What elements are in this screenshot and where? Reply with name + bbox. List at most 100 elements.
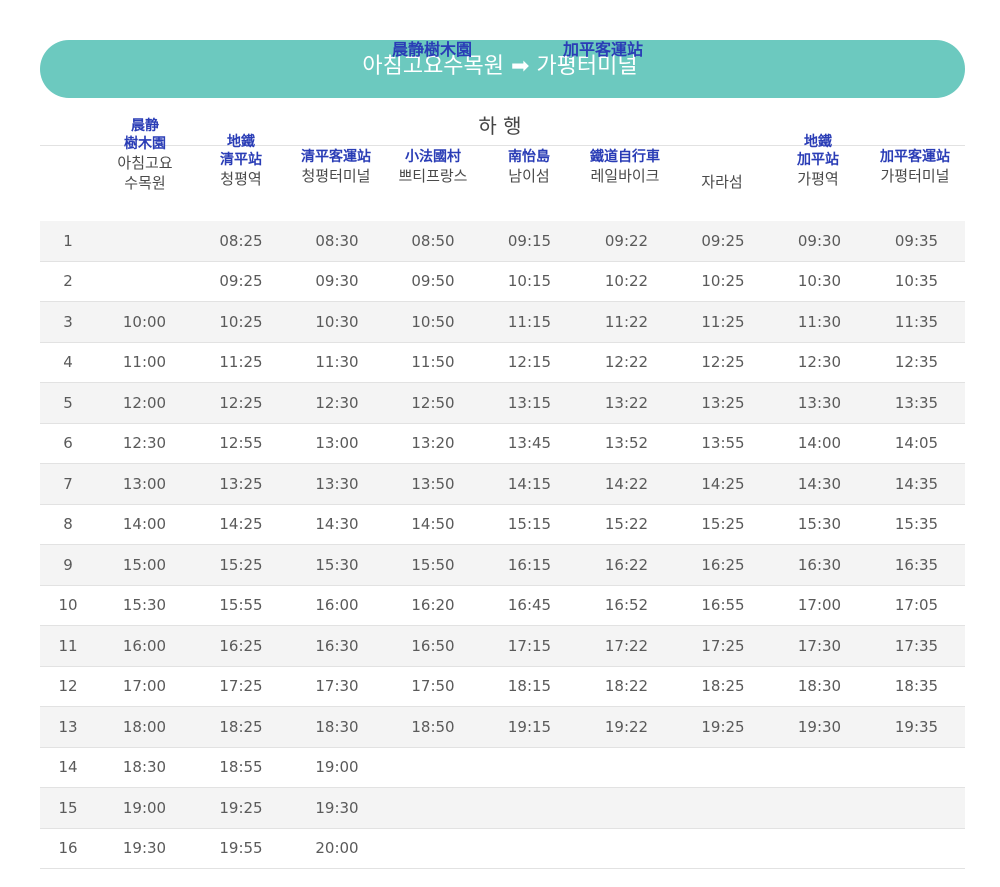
column-header: 南怡島 남이섬	[474, 148, 584, 186]
departure-time-cell: 11:15	[481, 301, 578, 343]
trip-number-cell: 12	[40, 666, 96, 707]
departure-time-cell: 14:35	[868, 463, 965, 505]
departure-time-cell	[675, 787, 771, 829]
origin-hanja-label: 晨静樹木園	[391, 40, 472, 59]
departure-time-cell	[385, 828, 481, 869]
column-header: 清平客運站 청평터미널	[281, 148, 391, 186]
column-header: 자라섬	[667, 172, 777, 192]
departure-time-cell: 10:35	[868, 261, 965, 302]
trip-number-cell: 1	[40, 221, 96, 262]
departure-time-cell: 15:25	[193, 544, 289, 586]
departure-time-cell: 15:50	[385, 544, 481, 586]
departure-time-cell: 12:50	[385, 382, 481, 424]
table-row: 12 17:00 17:25 17:30 17:50 18:15 18:22 18:25 18:…	[40, 666, 965, 707]
departure-time-cell: 17:30	[771, 625, 868, 667]
departure-time-cell: 11:00	[96, 342, 193, 383]
table-row: 10 15:30 15:55 16:00 16:20 16:45 16:52 16:55 17:…	[40, 585, 965, 626]
table-row: 4 11:00 11:25 11:30 11:50 12:15 12:22 12:25 12:3…	[40, 342, 965, 383]
departure-time-cell: 15:55	[193, 585, 289, 626]
departure-time-cell	[578, 747, 675, 788]
departure-time-cell: 19:30	[771, 706, 868, 748]
departure-time-cell: 18:25	[193, 706, 289, 748]
trip-number-cell: 11	[40, 625, 96, 667]
departure-time-cell: 18:30	[289, 706, 385, 748]
column-header: 鐵道自行車 레일바이크	[570, 148, 680, 186]
departure-time-cell: 13:52	[578, 423, 675, 464]
departure-time-cell: 16:30	[289, 625, 385, 667]
departure-time-cell: 15:35	[868, 504, 965, 545]
departure-time-cell: 11:22	[578, 301, 675, 343]
departure-time-cell: 13:30	[771, 382, 868, 424]
departure-time-cell: 18:25	[675, 666, 771, 707]
departure-time-cell: 09:22	[578, 221, 675, 262]
departure-time-cell: 08:30	[289, 221, 385, 262]
column-header-korean: 남이섬	[508, 167, 550, 185]
departure-time-cell: 12:15	[481, 342, 578, 383]
departure-time-cell: 18:50	[385, 706, 481, 748]
departure-time-cell	[385, 787, 481, 829]
departure-time-cell: 12:35	[868, 342, 965, 383]
column-header: 地鐵 加平站 가평역	[763, 133, 873, 189]
column-header: 小法國村 쁘티프랑스	[378, 148, 488, 186]
column-header-korean: 자라섬	[701, 173, 743, 191]
departure-time-cell: 15:30	[96, 585, 193, 626]
table-row: 2 09:25 09:30 09:50 10:15 10:22 10:25 10:30 10:3…	[40, 261, 965, 302]
column-header-hanja: 地鐵 清平站	[220, 134, 262, 168]
departure-time-cell: 12:25	[675, 342, 771, 383]
departure-time-cell: 17:00	[771, 585, 868, 626]
departure-time-cell: 19:35	[868, 706, 965, 748]
departure-time-cell	[771, 787, 868, 829]
departure-time-cell: 10:00	[96, 301, 193, 343]
departure-time-cell: 08:25	[193, 221, 289, 262]
departure-time-cell: 10:50	[385, 301, 481, 343]
departure-time-cell: 14:00	[771, 423, 868, 464]
column-header-korean: 가평역	[797, 170, 839, 188]
departure-time-cell	[675, 747, 771, 788]
column-header-hanja: 地鐵 加平站	[797, 134, 839, 168]
departure-time-cell: 09:35	[868, 221, 965, 262]
departure-time-cell: 13:22	[578, 382, 675, 424]
column-header: 加平客運站 가평터미널	[860, 148, 970, 186]
departure-time-cell: 19:55	[193, 828, 289, 869]
departure-time-cell: 11:25	[193, 342, 289, 383]
table-row: 5 12:00 12:25 12:30 12:50 13:15 13:22 13:25 13:3…	[40, 382, 965, 424]
departure-time-cell: 15:25	[675, 504, 771, 545]
departure-time-cell: 20:00	[289, 828, 385, 869]
departure-time-cell: 18:30	[771, 666, 868, 707]
column-header-hanja: 小法國村	[405, 149, 461, 165]
departure-time-cell: 13:15	[481, 382, 578, 424]
column-header-korean: 가평터미널	[880, 167, 950, 185]
trip-number-cell: 16	[40, 828, 96, 869]
trip-number-cell: 4	[40, 342, 96, 383]
departure-time-cell: 09:15	[481, 221, 578, 262]
departure-time-cell	[868, 828, 965, 869]
trip-number-cell: 14	[40, 747, 96, 788]
departure-time-cell: 18:22	[578, 666, 675, 707]
departure-time-cell: 15:22	[578, 504, 675, 545]
departure-time-cell: 19:15	[481, 706, 578, 748]
departure-time-cell	[96, 221, 193, 262]
departure-time-cell: 17:00	[96, 666, 193, 707]
departure-time-cell: 19:30	[96, 828, 193, 869]
departure-time-cell: 16:00	[96, 625, 193, 667]
departure-time-cell: 13:25	[193, 463, 289, 505]
departure-time-cell: 19:22	[578, 706, 675, 748]
departure-time-cell	[675, 828, 771, 869]
departure-time-cell: 10:22	[578, 261, 675, 302]
column-header-korean: 레일바이크	[590, 167, 660, 185]
departure-time-cell: 16:45	[481, 585, 578, 626]
departure-time-cell: 16:15	[481, 544, 578, 586]
trip-number-cell: 7	[40, 463, 96, 505]
departure-time-cell: 11:50	[385, 342, 481, 383]
departure-time-cell: 09:50	[385, 261, 481, 302]
column-header-hanja: 鐵道自行車	[590, 149, 660, 165]
departure-time-cell: 18:15	[481, 666, 578, 707]
departure-time-cell: 17:25	[193, 666, 289, 707]
column-header-hanja: 晨静 樹木園	[124, 118, 166, 152]
table-row: 9 15:00 15:25 15:30 15:50 16:15 16:22 16:25 16:3…	[40, 544, 965, 586]
departure-time-cell	[771, 747, 868, 788]
departure-time-cell: 17:30	[289, 666, 385, 707]
departure-time-cell: 14:50	[385, 504, 481, 545]
departure-time-cell: 09:25	[193, 261, 289, 302]
departure-time-cell: 12:30	[771, 342, 868, 383]
